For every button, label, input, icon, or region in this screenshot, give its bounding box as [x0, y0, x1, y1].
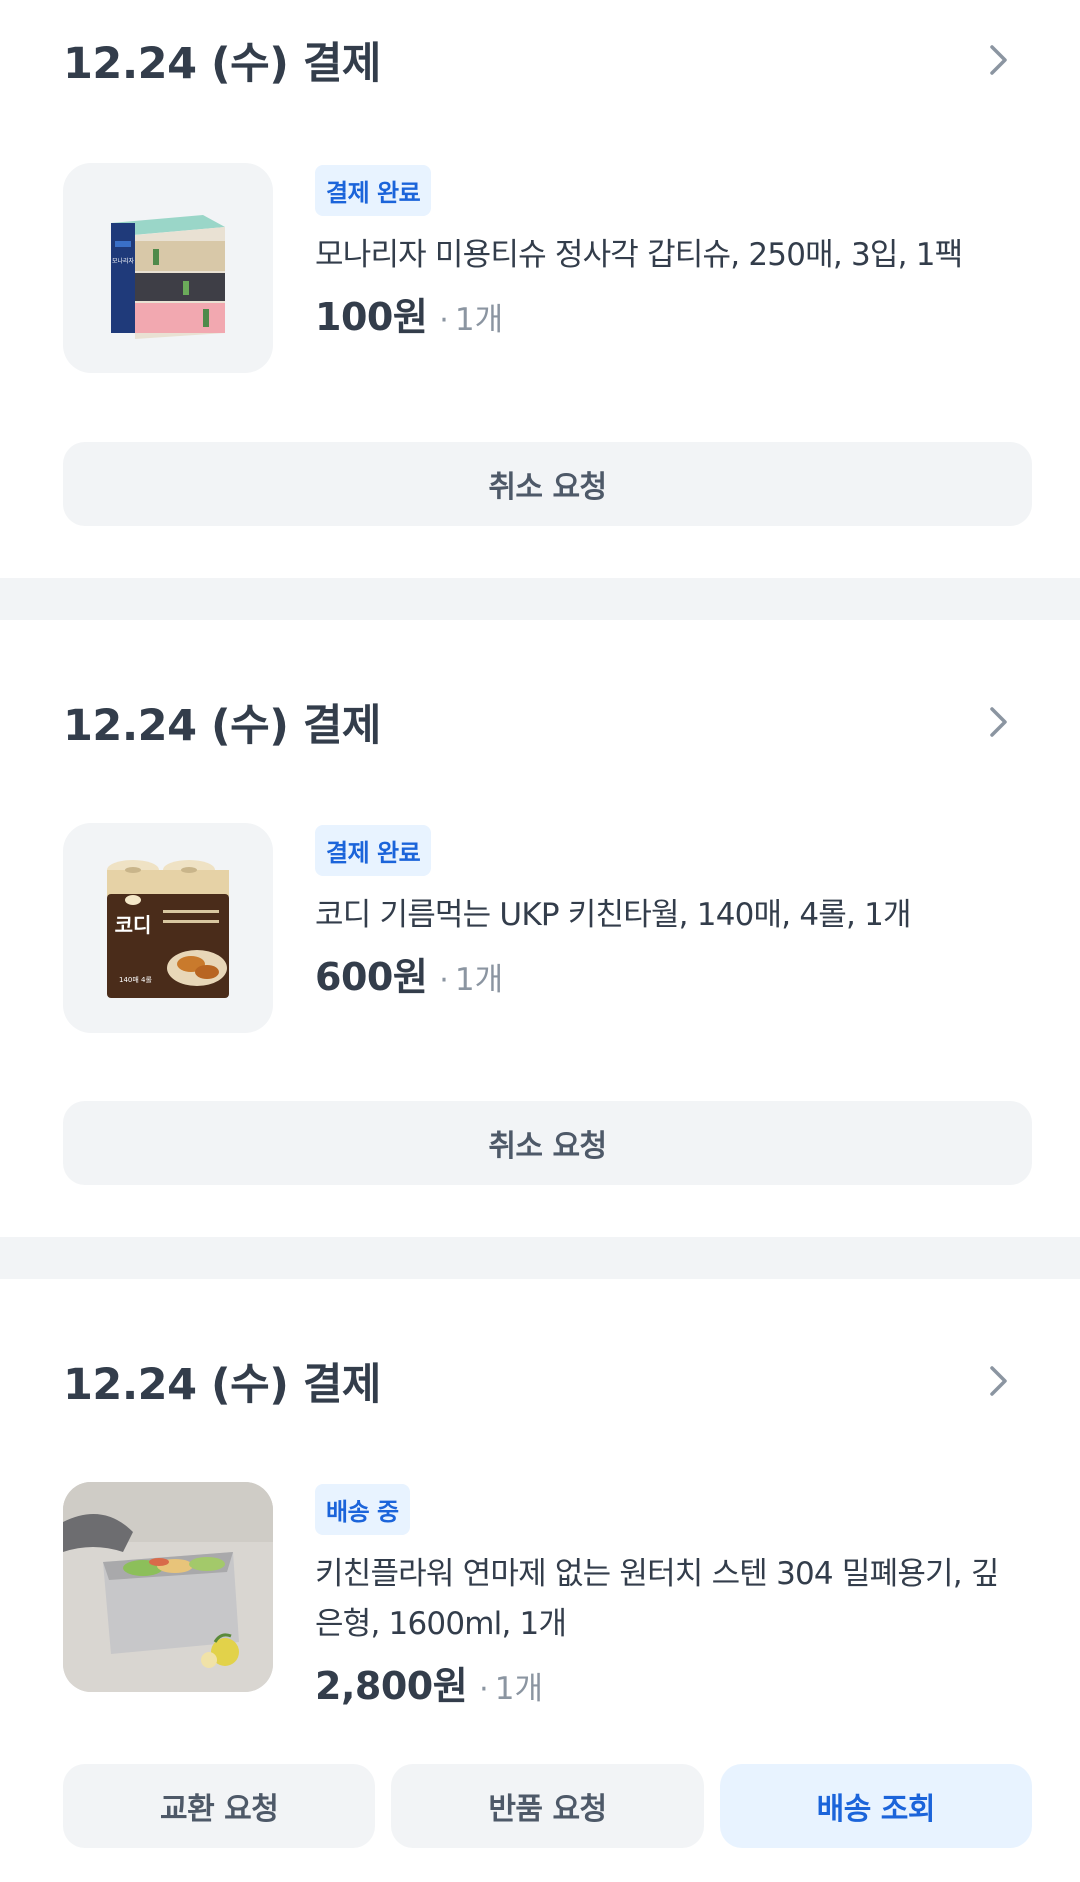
order-header[interactable]: 12.24 (수) 결제 [63, 1321, 1017, 1441]
product-name: 모나리자 미용티슈 정사각 갑티슈, 250매, 3입, 1팩 [315, 237, 963, 273]
kitchen-towel-product-image: 코디 140매 4롤 [107, 860, 229, 998]
product-name: 키친플라워 연마제 없는 원터치 스텐 304 밀폐용기, 깊은형, 1600m… [315, 1556, 999, 1642]
section-divider [0, 1237, 1080, 1279]
action-buttons: 교환 요청 반품 요청 배송 조회 [63, 1764, 1032, 1848]
thumbnail-count-text: 140매 4롤 [119, 976, 152, 984]
product-item[interactable]: 모나리자 결제 완료 모나리자 미용티슈 정사각 갑티슈, 250매, 3입, … [63, 163, 1017, 373]
order-header[interactable]: 12.24 (수) 결제 [63, 0, 1017, 120]
price-row: 2,800원 · 1개 [315, 1655, 1017, 1710]
product-thumbnail: 모나리자 [63, 163, 273, 373]
product-quantity: 1개 [454, 962, 504, 998]
separator-dot: · [439, 963, 449, 998]
cancel-request-button[interactable]: 취소 요청 [63, 1101, 1032, 1185]
separator-dot: · [439, 303, 449, 338]
order-header[interactable]: 12.24 (수) 결제 [63, 662, 1017, 782]
status-badge: 배송 중 [315, 1484, 410, 1535]
action-buttons: 취소 요청 [63, 442, 1032, 526]
exchange-request-button[interactable]: 교환 요청 [63, 1764, 376, 1848]
status-badge: 결제 완료 [315, 825, 432, 876]
price-row: 100원 · 1개 [315, 286, 1017, 341]
product-quantity: 1개 [454, 302, 504, 338]
order-card-3: 12.24 (수) 결제 배송 중 키친플라워 연마제 없는 원터치 스텐 30… [0, 1279, 1080, 1882]
return-request-button[interactable]: 반품 요청 [391, 1764, 704, 1848]
product-info: 배송 중 키친플라워 연마제 없는 원터치 스텐 304 밀폐용기, 깊은형, … [315, 1482, 1017, 1710]
chevron-right-icon[interactable] [981, 42, 1017, 78]
cancel-request-button[interactable]: 취소 요청 [63, 442, 1032, 526]
price-row: 600원 · 1개 [315, 946, 1017, 1001]
thumbnail-brand-text: 모나리자 [112, 257, 135, 265]
product-item[interactable]: 코디 140매 4롤 결제 완료 코디 기름먹는 UKP 키친타월, 140매,… [63, 823, 1017, 1033]
order-date: 12.24 (수) 결제 [63, 1360, 381, 1410]
product-price: 100원 [315, 295, 428, 339]
separator-dot: · [479, 1672, 489, 1707]
status-badge: 결제 완료 [315, 165, 432, 216]
product-price: 600원 [315, 955, 428, 999]
product-item[interactable]: 배송 중 키친플라워 연마제 없는 원터치 스텐 304 밀폐용기, 깊은형, … [63, 1482, 1017, 1710]
order-date: 12.24 (수) 결제 [63, 39, 381, 89]
order-date: 12.24 (수) 결제 [63, 701, 381, 751]
product-price: 2,800원 [315, 1664, 468, 1708]
section-divider [0, 578, 1080, 620]
thumbnail-brand-text: 코디 [115, 913, 152, 937]
chevron-right-icon[interactable] [981, 704, 1017, 740]
order-card-1: 12.24 (수) 결제 모나리자 결제 완료 모나리자 미용티슈 정사각 갑티… [0, 0, 1080, 578]
order-card-2: 12.24 (수) 결제 코디 140매 4롤 결제 완료 코디 기름먹는 UK… [0, 620, 1080, 1237]
product-quantity: 1개 [494, 1671, 543, 1707]
product-thumbnail: 코디 140매 4롤 [63, 823, 273, 1033]
tissue-box-product-image: 모나리자 [111, 215, 225, 339]
action-buttons: 취소 요청 [63, 1101, 1032, 1185]
product-info: 결제 완료 모나리자 미용티슈 정사각 갑티슈, 250매, 3입, 1팩 10… [315, 163, 1017, 373]
product-thumbnail [63, 1482, 273, 1692]
steel-container-product-image [63, 1482, 273, 1692]
product-name: 코디 기름먹는 UKP 키친타월, 140매, 4롤, 1개 [315, 897, 912, 933]
chevron-right-icon[interactable] [981, 1363, 1017, 1399]
track-delivery-button[interactable]: 배송 조회 [719, 1764, 1032, 1848]
product-info: 결제 완료 코디 기름먹는 UKP 키친타월, 140매, 4롤, 1개 600… [315, 823, 1017, 1033]
